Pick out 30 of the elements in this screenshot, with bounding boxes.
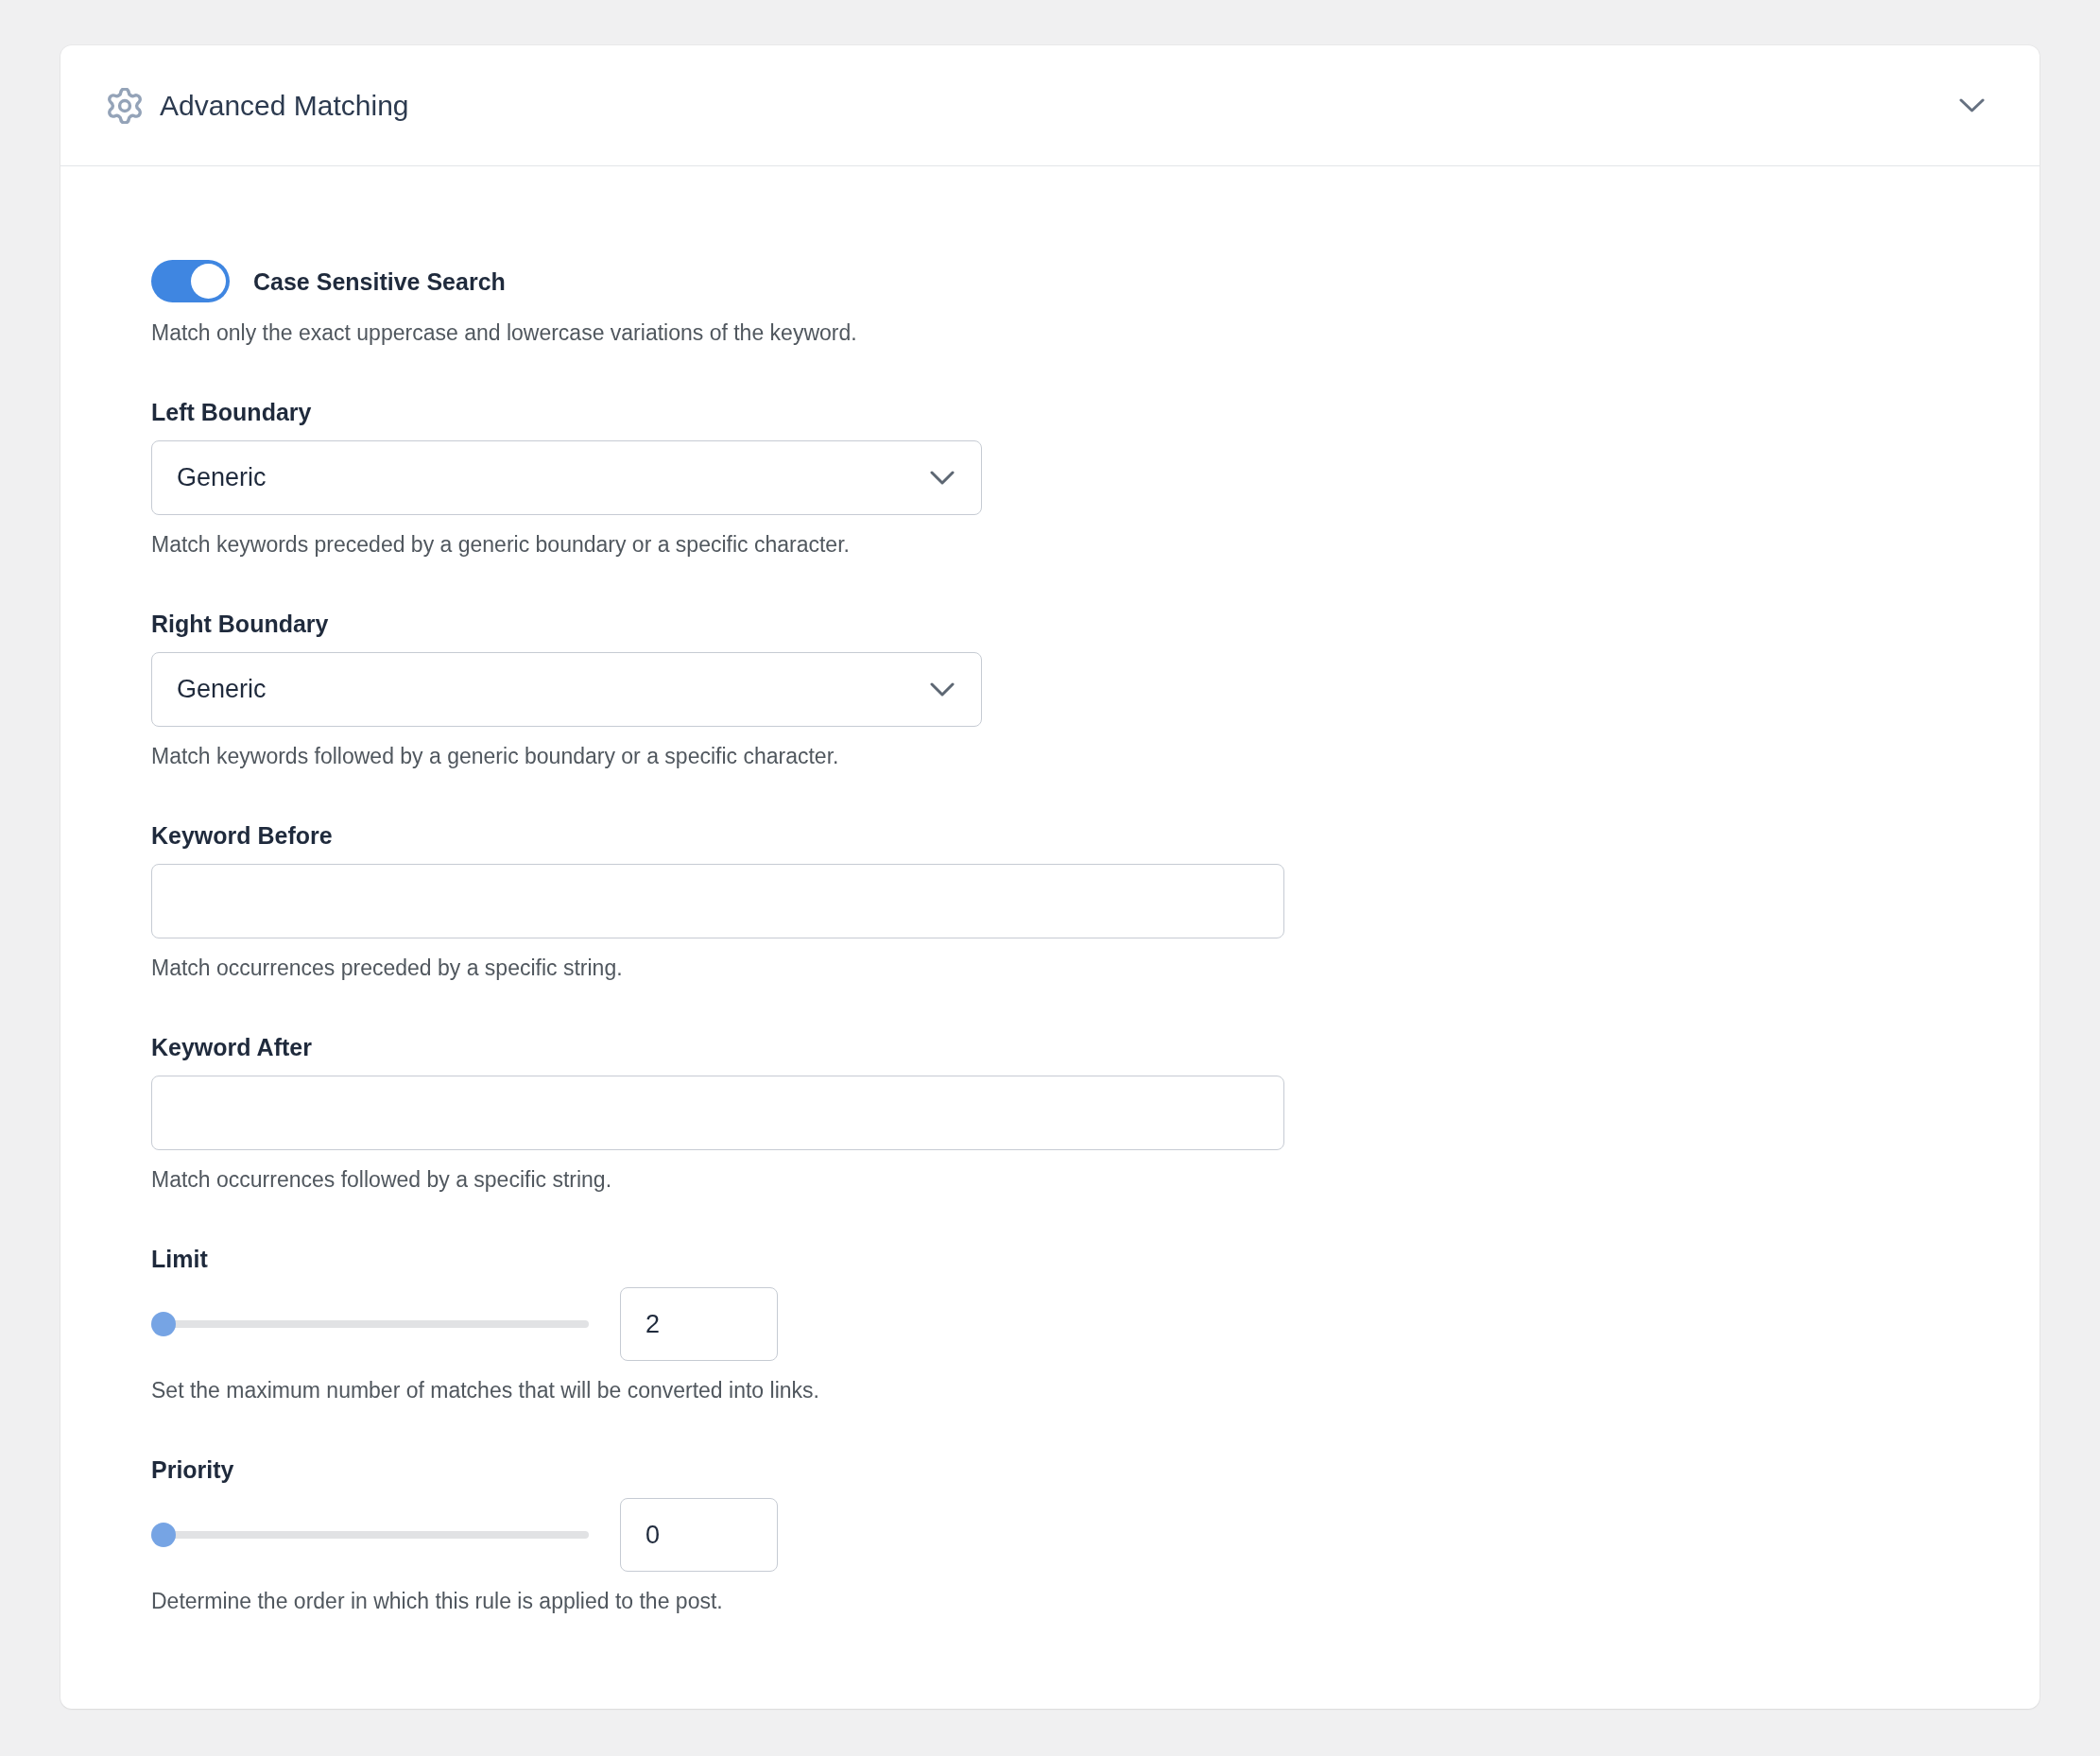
chevron-icon [930,682,955,697]
help-text: Set the maximum number of matches that will be converted into links. [151,1377,819,1403]
number-field[interactable]: 2 [620,1287,778,1361]
slider-track[interactable] [151,1523,589,1547]
slider-track[interactable] [151,1312,589,1336]
field-label: Right Boundary [151,610,329,639]
dropdown[interactable]: Generic [151,440,982,515]
chevron-icon [930,471,955,485]
field-label: Priority [151,1455,234,1485]
field-label: Left Boundary [151,398,312,427]
help-text: Determine the order in which this rule is applied to the post. [151,1588,723,1614]
chevron-icon[interactable] [1959,98,1985,112]
slider-thumb[interactable] [151,1312,176,1336]
field-label: Keyword After [151,1033,312,1062]
help-text: Match keywords preceded by a generic boundary or a specific character. [151,531,850,558]
help-text: Match keywords followed by a generic boundary or a specific character. [151,743,839,769]
help-text: Match occurrences preceded by a specific string. [151,955,623,981]
input-field[interactable] [151,864,1284,938]
number-field[interactable]: 0 [620,1498,778,1572]
dropdown[interactable]: Generic [151,652,982,727]
panel-title: Advanced Matching [160,88,409,123]
field-label: Keyword Before [151,821,333,851]
help-text: Match only the exact uppercase and lowercase variations of the keyword. [151,319,857,346]
settings-icon [107,87,143,124]
field-label: Limit [151,1245,208,1274]
toggle-label: Case Sensitive Search [253,267,506,297]
input-field[interactable] [151,1076,1284,1150]
slider-thumb[interactable] [151,1523,176,1547]
toggle-switch[interactable] [151,260,230,302]
help-text: Match occurrences followed by a specific string. [151,1166,612,1193]
